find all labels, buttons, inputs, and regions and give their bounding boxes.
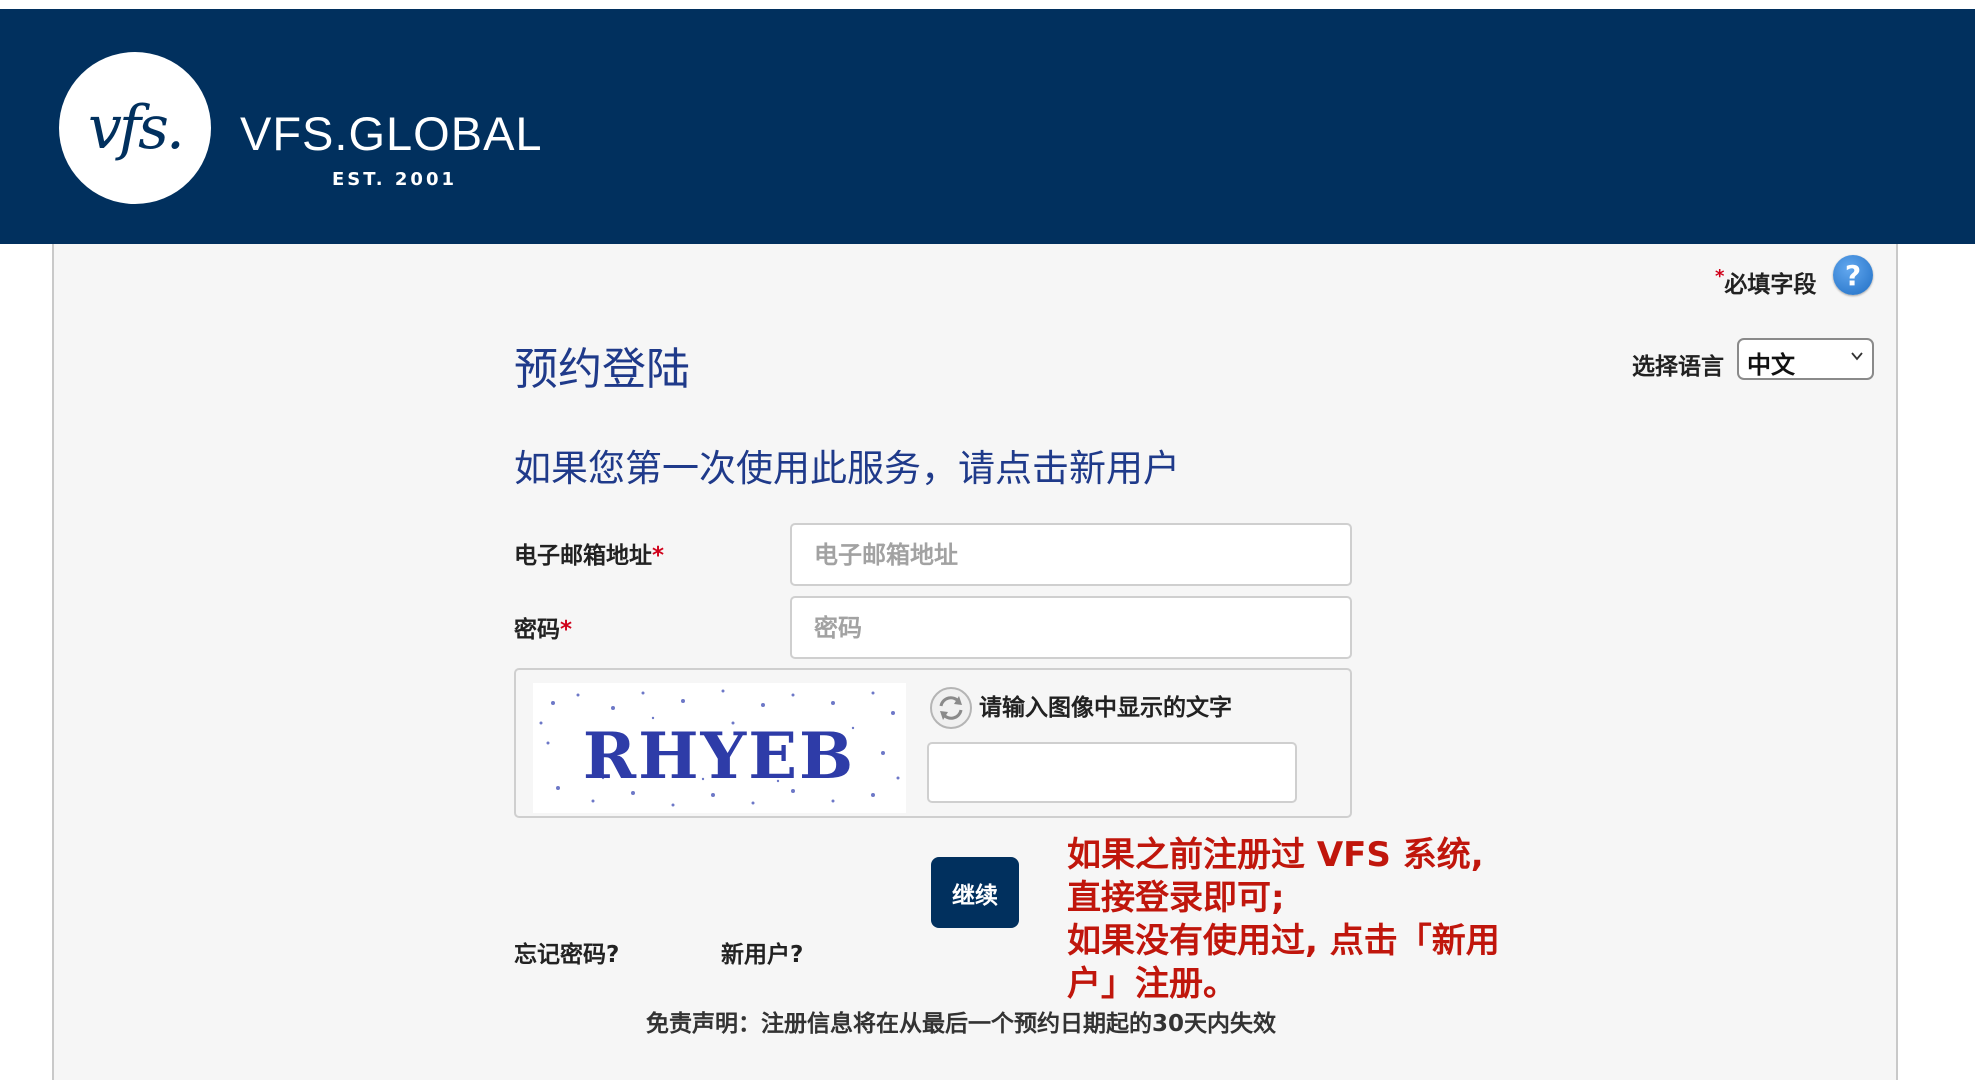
required-fields-note: *必填字段: [1715, 265, 1816, 299]
forgot-password-link[interactable]: 忘记密码?: [514, 935, 619, 969]
new-user-hint: 如果您第一次使用此服务，请点击新用户: [514, 447, 1180, 490]
email-required-mark: *: [652, 543, 665, 569]
captcha-input[interactable]: [927, 742, 1297, 803]
email-label: 电子邮箱地址*: [514, 536, 664, 570]
new-user-link[interactable]: 新用户?: [721, 935, 803, 969]
login-panel: [52, 244, 1898, 1080]
language-selected-value: 中文: [1747, 351, 1795, 379]
password-label-text: 密码: [514, 617, 560, 643]
email-input[interactable]: [790, 523, 1352, 586]
required-fields-label: 必填字段: [1724, 272, 1817, 298]
logo-mark: vfs.: [88, 93, 185, 163]
required-star: *: [1715, 266, 1725, 287]
language-label: 选择语言: [1632, 354, 1724, 380]
password-label: 密码*: [514, 610, 572, 644]
password-input[interactable]: [790, 596, 1352, 659]
password-required-mark: *: [560, 617, 573, 643]
refresh-icon[interactable]: [929, 686, 973, 730]
annotation-line-2: 直接登录即可;: [1067, 878, 1285, 918]
brand-name: VFS.GLOBAL: [240, 107, 543, 160]
email-label-text: 电子邮箱地址: [514, 543, 652, 569]
help-icon[interactable]: ?: [1833, 255, 1873, 295]
disclaimer: 免责声明：注册信息将在从最后一个预约日期起的30天内失效: [646, 1011, 1277, 1037]
language-select[interactable]: 中文: [1737, 338, 1874, 380]
header-bar: vfs. VFS.GLOBAL EST. 2001: [0, 9, 1975, 244]
page-title: 预约登陆: [514, 344, 690, 395]
page: vfs. VFS.GLOBAL EST. 2001 *必填字段 ? 预约登陆 选…: [0, 0, 1975, 1080]
captcha-prompt: 请输入图像中显示的文字: [979, 695, 1232, 721]
annotation-line-3: 如果没有使用过, 点击「新用: [1067, 921, 1500, 961]
top-strip: [0, 0, 1975, 9]
captcha-image: RHYEB: [533, 683, 906, 813]
brand-established: EST. 2001: [332, 169, 458, 190]
annotation-line-1: 如果之前注册过 VFS 系统,: [1067, 835, 1484, 875]
chevron-down-icon: [1851, 352, 1863, 361]
continue-button[interactable]: 继续: [931, 857, 1019, 928]
captcha-text: RHYEB: [583, 719, 855, 794]
instruction-annotation: 如果之前注册过 VFS 系统, 直接登录即可; 如果没有使用过, 点击「新用 户…: [1067, 834, 1547, 1006]
vfs-logo[interactable]: vfs.: [59, 52, 211, 204]
annotation-line-4: 户」注册。: [1067, 964, 1237, 1004]
